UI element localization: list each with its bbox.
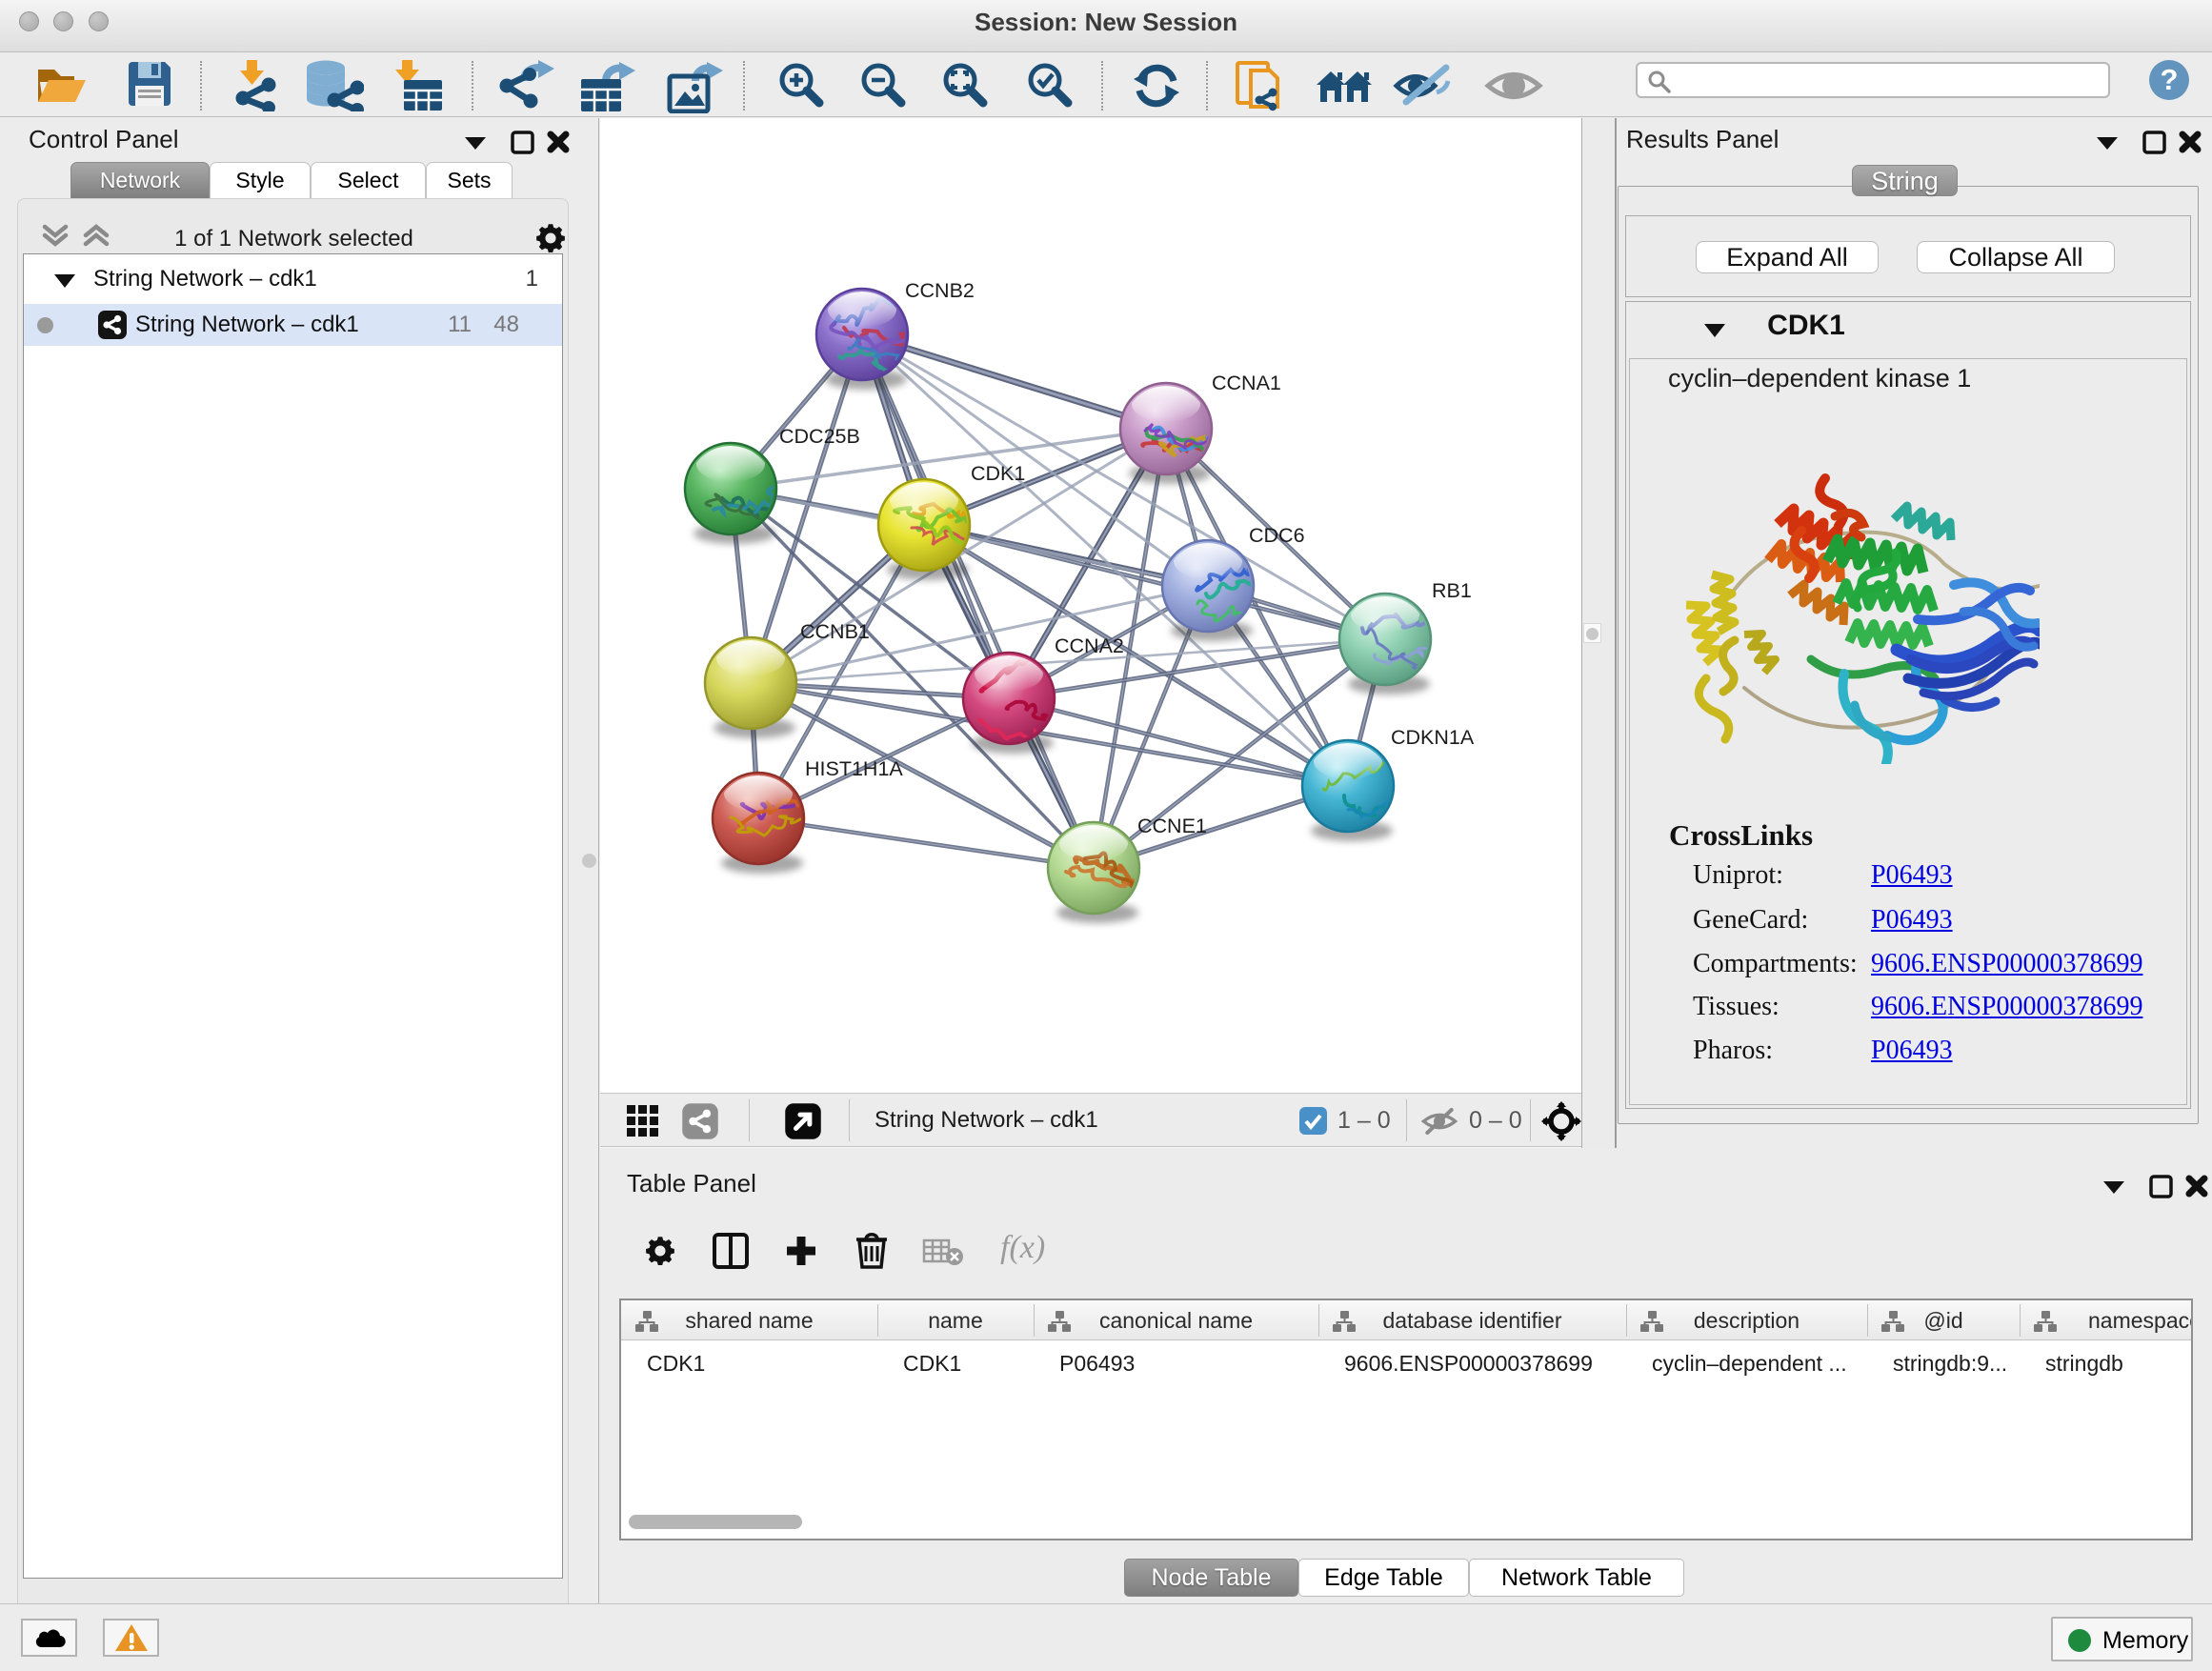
svg-text:CCNB1: CCNB1 bbox=[800, 620, 870, 643]
svg-text:HIST1H1A: HIST1H1A bbox=[805, 757, 903, 780]
svg-text:RB1: RB1 bbox=[1432, 579, 1472, 602]
svg-text:CDK1: CDK1 bbox=[971, 462, 1025, 485]
svg-text:CCNE1: CCNE1 bbox=[1137, 815, 1207, 837]
svg-text:CDC6: CDC6 bbox=[1249, 524, 1305, 547]
svg-text:CCNB2: CCNB2 bbox=[905, 279, 975, 302]
svg-text:CCNA2: CCNA2 bbox=[1055, 634, 1124, 657]
svg-text:CDKN1A: CDKN1A bbox=[1391, 726, 1475, 749]
svg-text:CCNA1: CCNA1 bbox=[1212, 372, 1281, 394]
svg-text:CDC25B: CDC25B bbox=[779, 425, 860, 448]
